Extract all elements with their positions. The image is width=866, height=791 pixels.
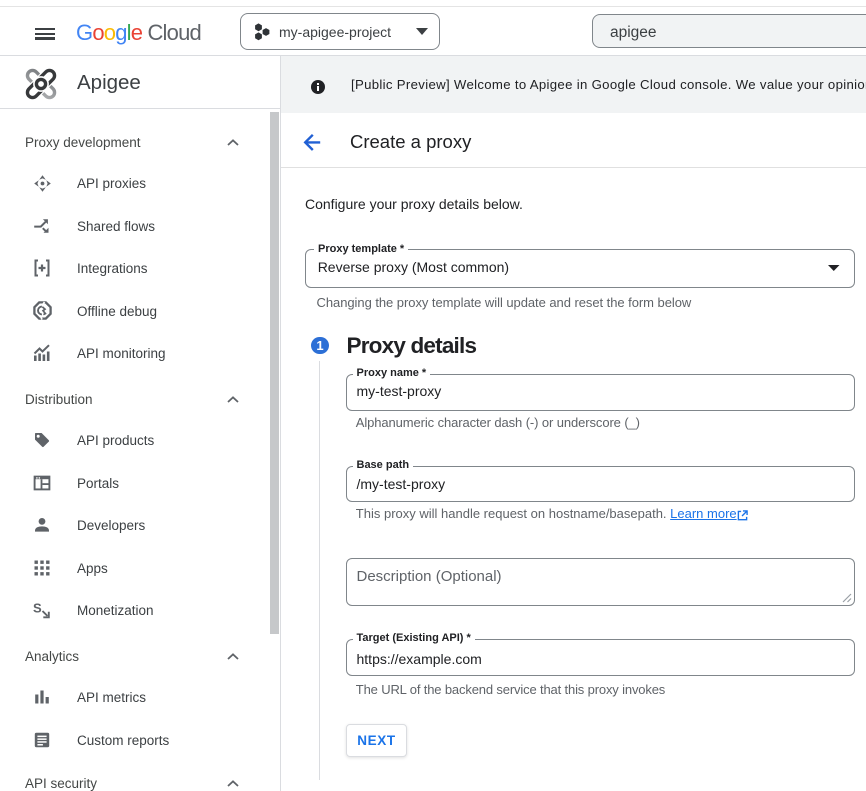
svg-text:S: S xyxy=(33,601,42,616)
